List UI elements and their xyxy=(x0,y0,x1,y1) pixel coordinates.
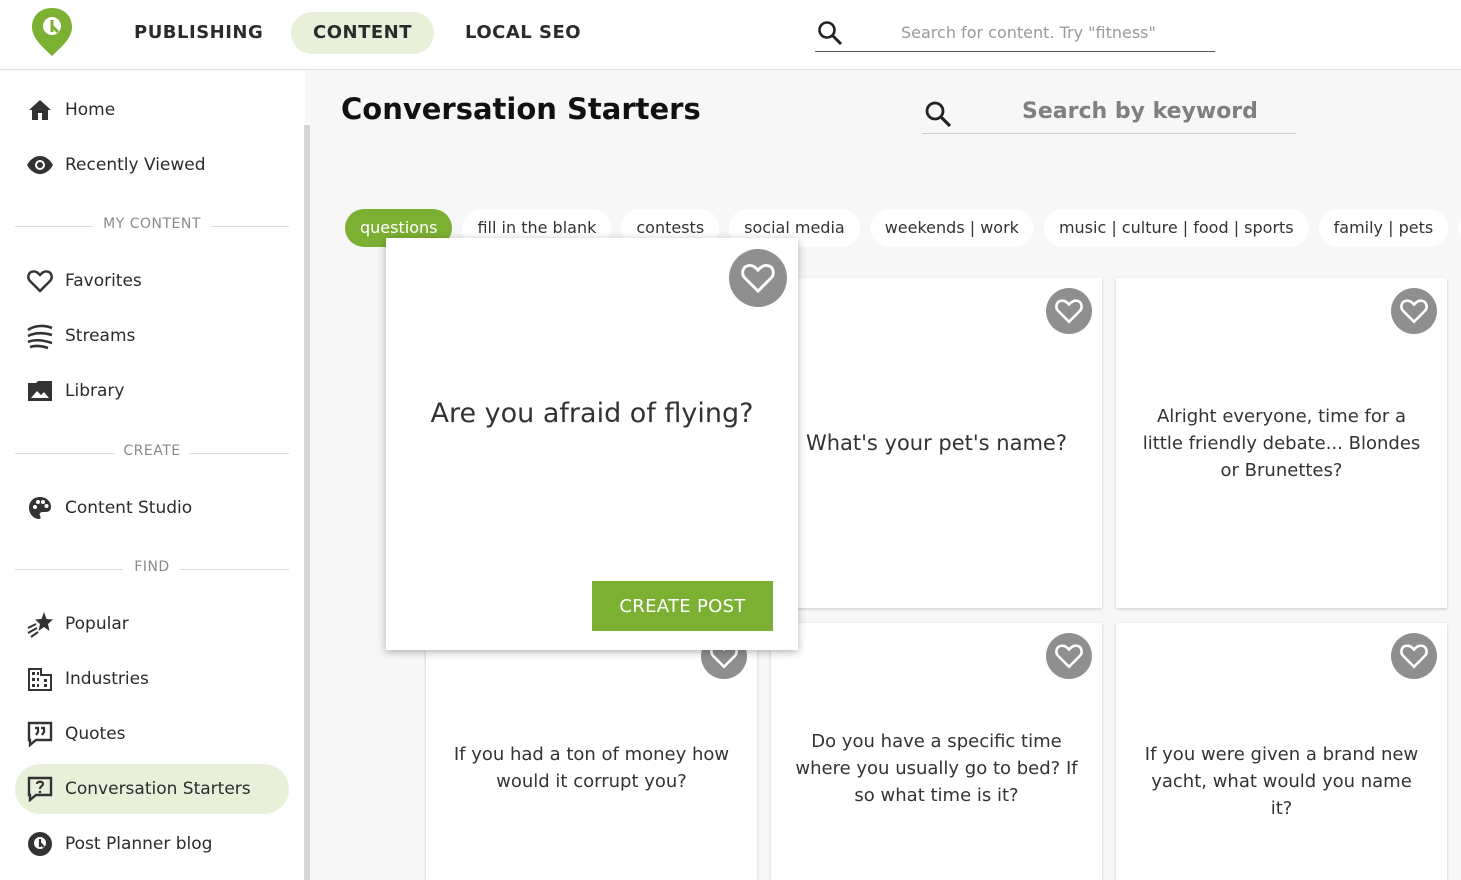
sidebar-item-label: Popular xyxy=(65,614,129,634)
topnav-content[interactable]: CONTENT xyxy=(291,12,434,54)
sidebar-item-library[interactable]: Library xyxy=(15,366,289,416)
section-label: CREATE xyxy=(123,443,181,459)
sidebar-item-popular[interactable]: Popular xyxy=(15,599,289,649)
content-search xyxy=(815,12,1215,52)
section-create: CREATE xyxy=(15,443,289,463)
sidebar-item-label: Industries xyxy=(65,669,149,689)
chip-music-culture-food-sports[interactable]: music | culture | food | sports xyxy=(1043,209,1309,247)
sidebar-item-home[interactable]: Home xyxy=(15,85,289,135)
content-card[interactable]: Do you have a specific time where you us… xyxy=(771,623,1102,880)
sidebar-item-favorites[interactable]: Favorites xyxy=(15,256,289,306)
quote-bubble-icon xyxy=(25,719,55,749)
content-card[interactable]: Alright everyone, time for a little frie… xyxy=(1116,278,1447,608)
content-card[interactable]: If you had a ton of money how would it c… xyxy=(426,623,757,880)
section-label: MY CONTENT xyxy=(103,216,201,232)
heart-icon xyxy=(1400,644,1428,669)
image-library-icon xyxy=(25,376,55,406)
favorite-button[interactable] xyxy=(1391,633,1437,679)
card-text: Alright everyone, time for a little frie… xyxy=(1142,405,1421,481)
eye-icon xyxy=(25,150,55,180)
topnav-publishing[interactable]: PUBLISHING xyxy=(112,12,285,54)
sidebar-item-label: Favorites xyxy=(65,271,142,291)
content-search-input[interactable] xyxy=(901,18,1201,46)
section-my-content: MY CONTENT xyxy=(15,216,289,236)
sidebar-item-content-studio[interactable]: Content Studio xyxy=(15,483,289,533)
create-post-button[interactable]: CREATE POST xyxy=(592,581,773,631)
question-bubble-icon xyxy=(25,774,55,804)
section-find: FIND xyxy=(15,559,289,579)
heart-icon xyxy=(1055,299,1083,324)
keyword-search-input[interactable] xyxy=(1022,96,1282,126)
heart-icon xyxy=(741,264,775,294)
chip-weekends-work[interactable]: weekends | work xyxy=(869,209,1034,247)
heart-icon xyxy=(25,266,55,296)
favorite-button[interactable] xyxy=(729,249,787,307)
chip-family-pets[interactable]: family | pets xyxy=(1318,209,1449,247)
heart-icon xyxy=(1055,644,1083,669)
keyword-search xyxy=(922,90,1296,134)
sidebar-item-recently-viewed[interactable]: Recently Viewed xyxy=(15,140,289,190)
sidebar-item-industries[interactable]: Industries xyxy=(15,654,289,704)
search-icon[interactable] xyxy=(817,20,843,46)
sidebar-item-label: Content Studio xyxy=(65,498,193,518)
sidebar-item-label: Conversation Starters xyxy=(65,779,251,799)
favorite-button[interactable] xyxy=(1391,288,1437,334)
sidebar-item-label: Library xyxy=(65,381,125,401)
sidebar: Home Recently Viewed MY CONTENT Favorite… xyxy=(0,71,305,880)
heart-icon xyxy=(1400,299,1428,324)
home-icon xyxy=(25,95,55,125)
palette-icon xyxy=(25,493,55,523)
building-icon xyxy=(25,664,55,694)
sidebar-item-blog[interactable]: Post Planner blog xyxy=(15,819,289,869)
favorite-button[interactable] xyxy=(1046,288,1092,334)
card-text: If you had a ton of money how would it c… xyxy=(453,744,730,792)
sidebar-item-quotes[interactable]: Quotes xyxy=(15,709,289,759)
sidebar-item-label: Quotes xyxy=(65,724,126,744)
content-card[interactable]: What's your pet's name? xyxy=(771,278,1102,608)
streams-icon xyxy=(25,321,55,351)
favorite-button[interactable] xyxy=(1046,633,1092,679)
card-text: If you were given a brand new yacht, wha… xyxy=(1144,744,1419,819)
sidebar-item-streams[interactable]: Streams xyxy=(15,311,289,361)
search-icon[interactable] xyxy=(924,100,952,128)
content-card[interactable]: If you were given a brand new yacht, wha… xyxy=(1116,623,1447,880)
sidebar-item-label: Recently Viewed xyxy=(65,155,206,175)
card-text: Do you have a specific time where you us… xyxy=(795,731,1078,806)
sidebar-item-label: Post Planner blog xyxy=(65,834,213,854)
card-text: Are you afraid of flying? xyxy=(430,398,754,429)
section-label: FIND xyxy=(134,559,170,575)
card-text: What's your pet's name? xyxy=(805,430,1068,455)
sidebar-item-label: Streams xyxy=(65,326,136,346)
sidebar-item-conversation-starters[interactable]: Conversation Starters xyxy=(15,764,289,814)
expanded-content-card[interactable]: Are you afraid of flying? CREATE POST xyxy=(386,238,798,650)
post-planner-blog-icon xyxy=(25,829,55,859)
shooting-star-icon xyxy=(25,609,55,639)
post-planner-logo-icon[interactable] xyxy=(30,6,74,58)
sidebar-scrollbar[interactable] xyxy=(304,125,310,880)
page-title: Conversation Starters xyxy=(341,92,701,126)
top-nav-bar: PUBLISHING CONTENT LOCAL SEO xyxy=(0,0,1461,70)
sidebar-item-label: Home xyxy=(65,100,116,120)
topnav-local-seo[interactable]: LOCAL SEO xyxy=(443,12,603,54)
